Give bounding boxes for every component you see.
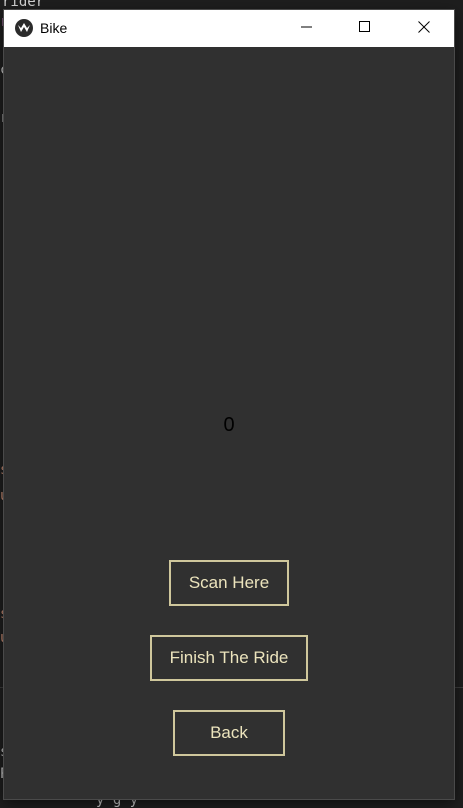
back-label: Back: [210, 723, 248, 742]
kivy-app-icon: [15, 19, 33, 37]
title-bar[interactable]: Bike: [4, 10, 454, 47]
scan-here-label: Scan Here: [188, 573, 270, 592]
editor-fragment: rider: [2, 0, 45, 10]
minimize-button[interactable]: [278, 10, 336, 47]
ride-counter: 0: [223, 414, 235, 436]
app-window: Bike 0 Scan Here Finish The Ride Back: [4, 10, 454, 799]
window-title: Bike: [40, 20, 68, 36]
back-button[interactable]: Back: [173, 710, 285, 756]
maximize-icon: [359, 20, 371, 38]
scan-here-button[interactable]: Scan Here: [169, 560, 289, 606]
maximize-button[interactable]: [336, 10, 394, 47]
close-button[interactable]: [395, 10, 453, 47]
finish-ride-label: Finish The Ride: [169, 648, 289, 667]
close-icon: [418, 20, 430, 38]
finish-ride-button[interactable]: Finish The Ride: [150, 635, 308, 681]
minimize-icon: [301, 20, 313, 38]
app-content: 0 Scan Here Finish The Ride Back: [4, 47, 454, 799]
